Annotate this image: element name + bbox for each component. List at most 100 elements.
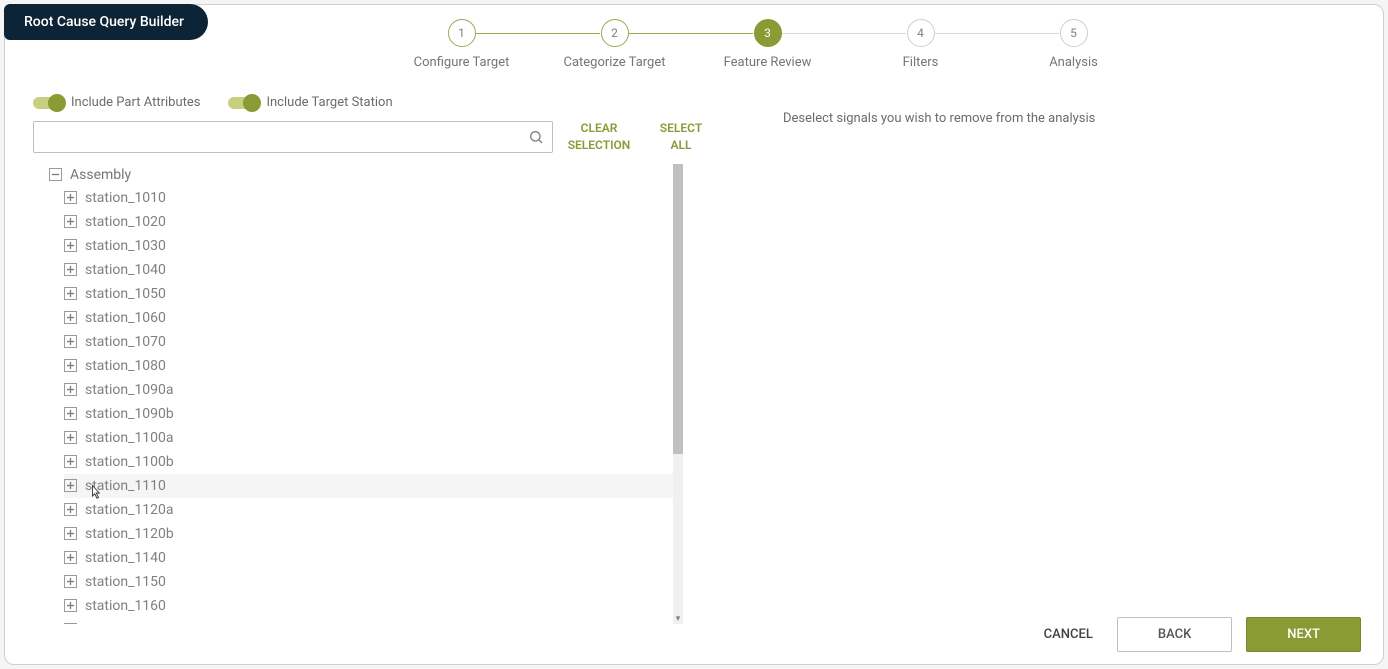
- step-circle: 2: [601, 19, 629, 47]
- panel: Root Cause Query Builder 1 Configure Targ…: [4, 4, 1384, 665]
- select-all-button[interactable]: SELECT ALL: [645, 120, 717, 154]
- tree-root-label: Assembly: [70, 167, 131, 183]
- expand-icon: [64, 479, 77, 492]
- tree-item-label: station_1080: [85, 358, 166, 374]
- tree-item[interactable]: station_1090b: [64, 402, 673, 426]
- search-row: CLEAR SELECTION SELECT ALL: [33, 120, 1363, 154]
- tree-item-label: station_1040: [85, 262, 166, 278]
- tree-item-label: station_1090a: [85, 382, 174, 398]
- step-4[interactable]: 4Filters: [844, 19, 997, 70]
- tree-item[interactable]: station_1100b: [64, 450, 673, 474]
- toggle-row: Include Part Attributes Include Target S…: [33, 95, 1363, 110]
- step-label: Filters: [903, 55, 939, 70]
- expand-icon: [64, 239, 77, 252]
- step-connector: [934, 33, 1059, 34]
- search-box[interactable]: [33, 121, 553, 153]
- back-button[interactable]: BACK: [1117, 617, 1232, 652]
- tree-item[interactable]: station_1120a: [64, 498, 673, 522]
- expand-icon: [64, 311, 77, 324]
- footer: CANCEL BACK NEXT: [1034, 617, 1361, 652]
- toggle-label: Include Part Attributes: [71, 95, 200, 110]
- step-circle: 5: [1060, 19, 1088, 47]
- tree-item[interactable]: station_1060: [64, 306, 673, 330]
- tree-item[interactable]: station_1040: [64, 258, 673, 282]
- switch-icon: [228, 97, 258, 109]
- search-input[interactable]: [42, 129, 528, 144]
- step-circle: 1: [448, 19, 476, 47]
- tree-item-label: station_1070: [85, 334, 166, 350]
- tree-item[interactable]: station_1010: [64, 186, 673, 210]
- tree-item[interactable]: station_1050: [64, 282, 673, 306]
- tree-item-label: station_1060: [85, 310, 166, 326]
- tree-item-label: station_1020: [85, 214, 166, 230]
- expand-icon: [64, 575, 77, 588]
- tree-item-label: station_1120b: [85, 526, 174, 542]
- step-1[interactable]: 1 Configure Target: [385, 19, 538, 70]
- step-connector: [781, 33, 906, 34]
- tree-item-label: station_1170a: [85, 622, 174, 624]
- tree-item[interactable]: station_1170a: [64, 618, 673, 624]
- clear-selection-button[interactable]: CLEAR SELECTION: [563, 120, 635, 154]
- expand-icon: [64, 359, 77, 372]
- expand-icon: [64, 503, 77, 516]
- toggle-label: Include Target Station: [266, 95, 392, 110]
- step-label: Analysis: [1049, 55, 1098, 70]
- tree-item-label: station_1140: [85, 550, 166, 566]
- step-2[interactable]: 2 Categorize Target: [538, 19, 691, 70]
- collapse-icon: [49, 168, 62, 181]
- page-title: Root Cause Query Builder: [4, 4, 208, 40]
- tree-item[interactable]: station_1140: [64, 546, 673, 570]
- tree-item[interactable]: station_1020: [64, 210, 673, 234]
- tree-item[interactable]: station_1080: [64, 354, 673, 378]
- tree: Assembly station_1010 station_1020station…: [33, 164, 673, 624]
- tree-item[interactable]: station_1030: [64, 234, 673, 258]
- chevron-down-icon[interactable]: ▾: [673, 614, 683, 624]
- tree-item[interactable]: station_1090a: [64, 378, 673, 402]
- scrollbar-thumb[interactable]: [673, 164, 683, 454]
- expand-icon: [64, 335, 77, 348]
- toggle-include-target-station[interactable]: Include Target Station: [228, 95, 392, 110]
- tree-item[interactable]: station_1160: [64, 594, 673, 618]
- tree-item[interactable]: station_1120b: [64, 522, 673, 546]
- tree-item[interactable]: station_1070: [64, 330, 673, 354]
- expand-icon: [64, 623, 77, 624]
- page-title-text: Root Cause Query Builder: [24, 14, 184, 30]
- step-5[interactable]: 5 Analysis: [997, 19, 1150, 70]
- expand-icon: [64, 191, 77, 204]
- step-label: Configure Target: [414, 55, 510, 70]
- tree-item[interactable]: station_1110: [64, 474, 673, 498]
- next-button[interactable]: NEXT: [1246, 617, 1361, 652]
- toggle-include-part-attributes[interactable]: Include Part Attributes: [33, 95, 200, 110]
- step-circle: 3: [754, 19, 782, 47]
- tree-root[interactable]: Assembly: [49, 164, 673, 186]
- stepper: 1 Configure Target 2 Categorize Target 3 Feat…: [385, 19, 1150, 70]
- step-3[interactable]: 3 Feature Review: [691, 19, 844, 70]
- expand-icon: [64, 407, 77, 420]
- expand-icon: [64, 431, 77, 444]
- tree-item-label: station_1010: [85, 190, 166, 206]
- tree-item[interactable]: station_1100a: [64, 426, 673, 450]
- step-label: Feature Review: [724, 55, 812, 70]
- expand-icon: [64, 455, 77, 468]
- tree-item-label: station_1030: [85, 238, 166, 254]
- expand-icon: [64, 287, 77, 300]
- expand-icon: [64, 383, 77, 396]
- expand-icon: [64, 263, 77, 276]
- tree-item-label: station_1050: [85, 286, 166, 302]
- step-connector: [628, 33, 753, 34]
- tree-item-label: station_1100b: [85, 454, 174, 470]
- tree-item-label: station_1150: [85, 574, 166, 590]
- deselect-hint: Deselect signals you wish to remove from…: [783, 111, 1095, 126]
- step-label: Categorize Target: [563, 55, 665, 70]
- tree-item-label: station_1120a: [85, 502, 174, 518]
- step-connector: [475, 33, 600, 34]
- tree-item-label: station_1100a: [85, 430, 174, 446]
- expand-icon: [64, 215, 77, 228]
- cancel-button[interactable]: CANCEL: [1034, 619, 1103, 650]
- tree-item[interactable]: station_1150: [64, 570, 673, 594]
- expand-icon: [64, 527, 77, 540]
- scrollbar[interactable]: ▾: [673, 164, 683, 624]
- tree-item-label: station_1090b: [85, 406, 174, 422]
- tree-item-label: station_1160: [85, 598, 166, 614]
- search-icon: [528, 129, 544, 145]
